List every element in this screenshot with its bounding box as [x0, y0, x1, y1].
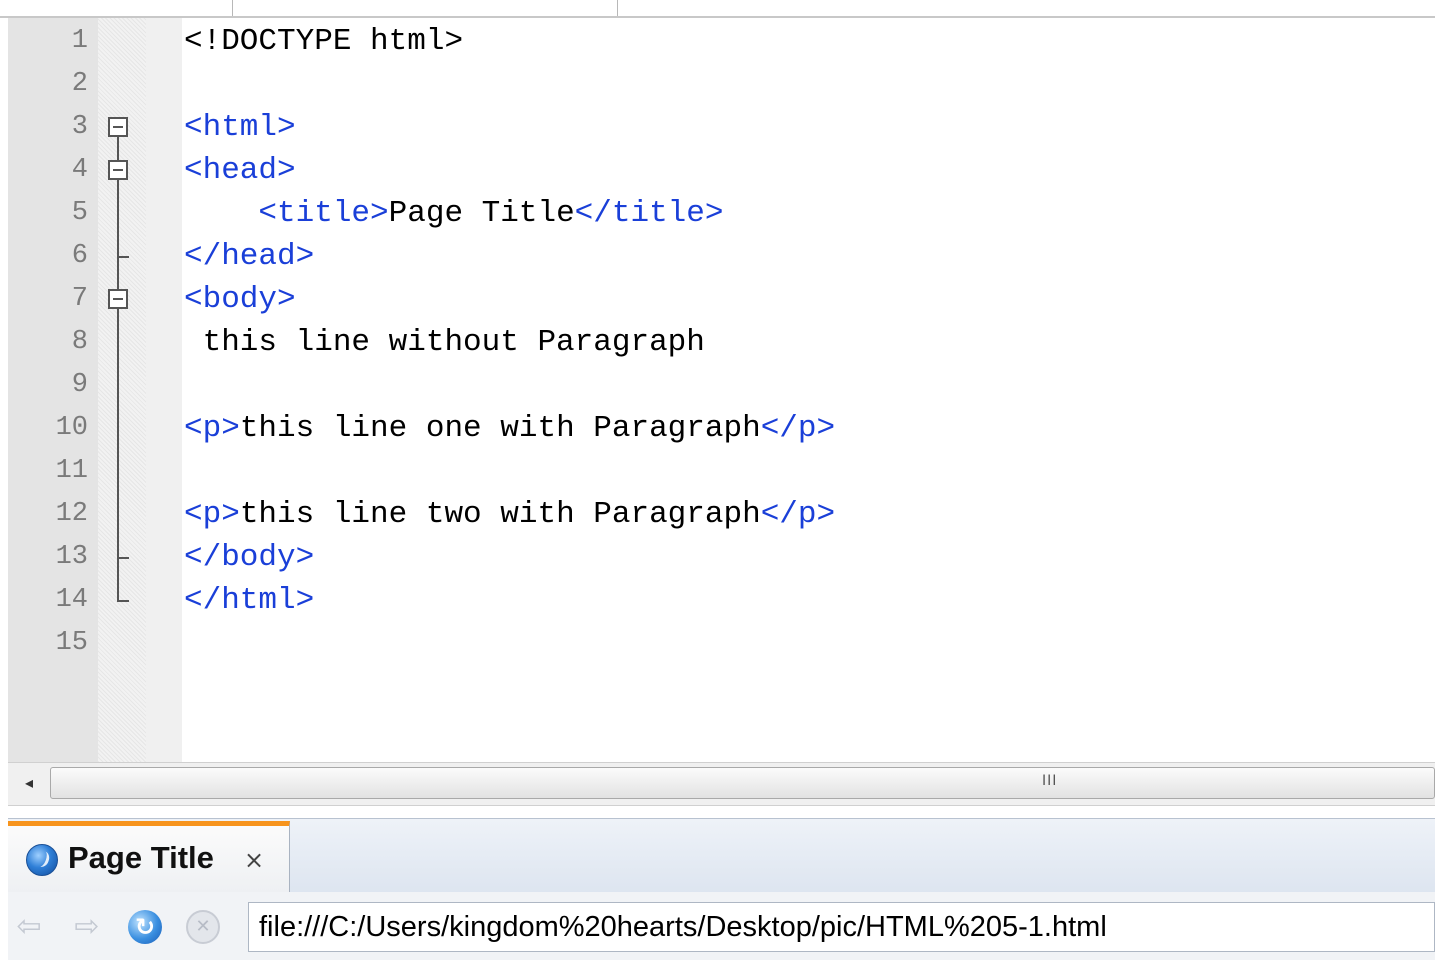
horizontal-scrollbar[interactable]: ◂ III	[8, 762, 1435, 806]
line-number: 3	[71, 112, 88, 142]
line-number: 6	[71, 241, 88, 271]
tab-close-icon[interactable]: ×	[244, 846, 264, 874]
fold-collapse-icon[interactable]	[108, 160, 128, 180]
page-globe-icon	[26, 844, 58, 876]
text-token: <!DOCTYPE html>	[184, 24, 464, 59]
code-editor[interactable]: 1 <!DOCTYPE html> 2 3 <html> 4 <head> 5 <title>…	[8, 18, 1435, 762]
html-tag-token: <html>	[184, 110, 296, 145]
html-tag-token: </title>	[574, 196, 724, 231]
code-line: <body>	[184, 278, 296, 321]
line-number: 10	[55, 413, 88, 443]
fold-guide-line	[117, 137, 119, 601]
code-line: <html>	[184, 106, 296, 149]
html-tag-token: </head>	[184, 239, 315, 274]
line-number: 2	[71, 69, 88, 99]
browser-tab-title: Page Title	[68, 840, 214, 875]
browser-navigation-bar: ⇦ ⇨ ↻ ✕ file:///C:/Users/kingdom%20heart…	[8, 892, 1435, 960]
line-number: 5	[71, 198, 88, 228]
text-token: this line one with Paragraph	[239, 411, 761, 446]
editor-margin	[146, 18, 182, 762]
code-line: <p>this line two with Paragraph</p>	[184, 493, 835, 536]
fold-end-icon	[117, 600, 129, 602]
html-tag-token: <title>	[184, 196, 389, 231]
code-line: <p>this line one with Paragraph</p>	[184, 407, 835, 450]
html-tag-token: <body>	[184, 282, 296, 317]
code-line: <head>	[184, 149, 296, 192]
line-number: 11	[55, 456, 88, 486]
html-tag-token: </p>	[760, 411, 836, 446]
fold-tick-icon	[117, 557, 129, 559]
code-line: <!DOCTYPE html>	[184, 20, 463, 63]
code-line: this line without Paragraph	[184, 321, 705, 364]
address-bar-url: file:///C:/Users/kingdom%20hearts/Deskto…	[259, 911, 1107, 943]
html-tag-token: </p>	[760, 497, 836, 532]
code-line: </body>	[184, 536, 314, 579]
code-line: </html>	[184, 579, 314, 622]
html-tag-token: <head>	[184, 153, 296, 188]
html-tag-token: </body>	[184, 540, 315, 575]
fold-collapse-icon[interactable]	[108, 289, 128, 309]
address-bar[interactable]: file:///C:/Users/kingdom%20hearts/Deskto…	[248, 902, 1435, 952]
editor-tab-strip	[0, 0, 1435, 18]
line-number: 8	[71, 327, 88, 357]
fold-collapse-icon[interactable]	[108, 117, 128, 137]
line-number: 9	[71, 370, 88, 400]
fold-tick-icon	[117, 256, 129, 258]
forward-arrow-icon[interactable]: ⇨	[70, 910, 104, 944]
back-arrow-icon[interactable]: ⇦	[12, 910, 46, 944]
code-line: </head>	[184, 235, 314, 278]
scrollbar-thumb[interactable]	[50, 767, 1435, 799]
screenshot-root: 1 <!DOCTYPE html> 2 3 <html> 4 <head> 5 <title>…	[0, 0, 1435, 960]
editor-tab[interactable]	[232, 0, 618, 16]
reload-icon[interactable]: ↻	[128, 910, 162, 944]
text-token: this line two with Paragraph	[239, 497, 761, 532]
scroll-left-arrow-icon[interactable]: ◂	[14, 767, 44, 799]
code-line: <title>Page Title</title>	[184, 192, 724, 235]
line-number: 15	[55, 628, 88, 658]
html-tag-token: </html>	[184, 583, 315, 618]
text-token: this line without Paragraph	[184, 325, 705, 360]
line-number: 7	[71, 284, 88, 314]
line-number: 4	[71, 155, 88, 185]
line-number: 12	[55, 499, 88, 529]
line-number: 14	[55, 585, 88, 615]
line-number: 13	[55, 542, 88, 572]
scrollbar-grip-icon: III	[1042, 773, 1058, 789]
text-token: Page Title	[388, 196, 575, 231]
browser-tab-bar: Page Title ×	[8, 818, 1435, 893]
stop-icon[interactable]: ✕	[186, 910, 220, 944]
line-number: 1	[71, 26, 88, 56]
browser-tab-page-title[interactable]: Page Title ×	[8, 821, 290, 893]
html-tag-token: <p>	[184, 411, 240, 446]
html-tag-token: <p>	[184, 497, 240, 532]
